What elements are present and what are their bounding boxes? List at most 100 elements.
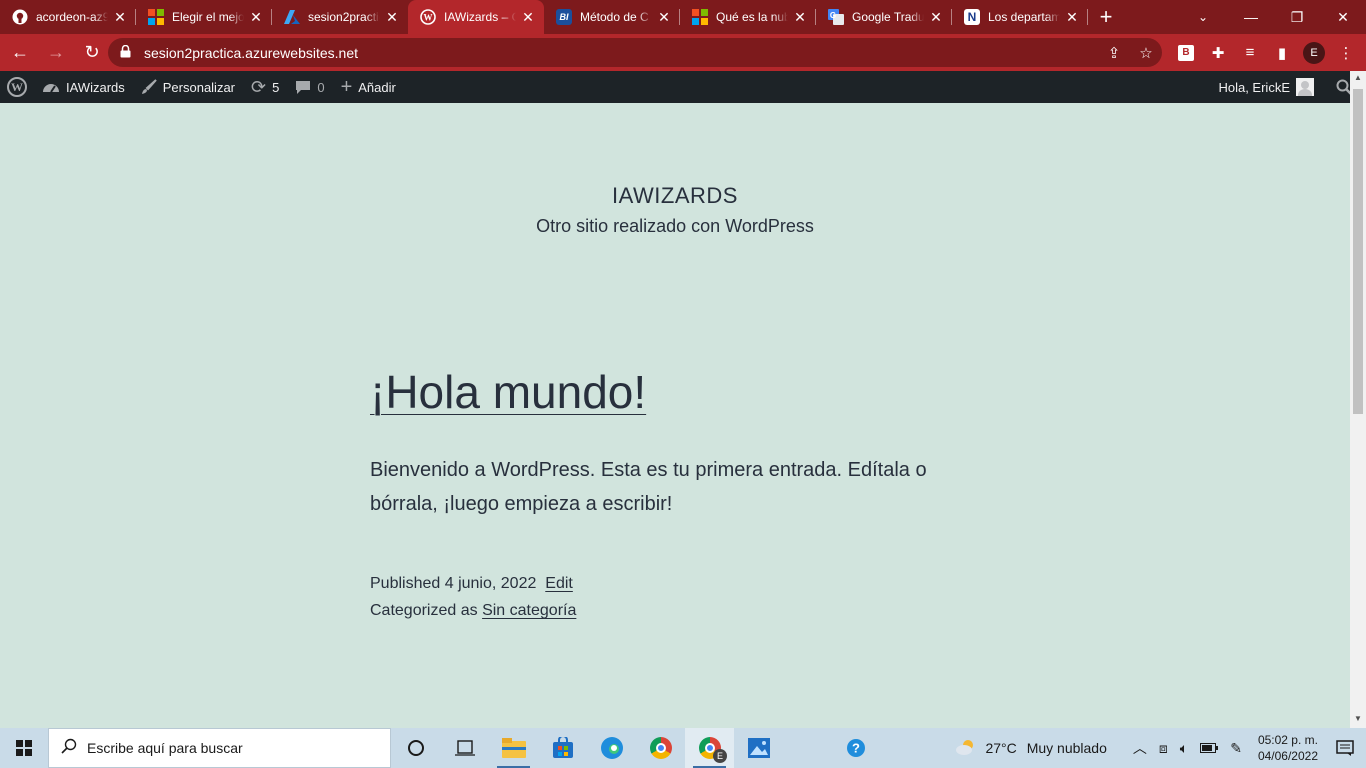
updates-menu[interactable]: ⟳ 5	[243, 71, 287, 103]
meet-now-icon[interactable]: ⧈	[1153, 740, 1174, 757]
restore-button[interactable]: ❐	[1274, 0, 1320, 34]
tab-title: Google Tradu	[852, 10, 924, 24]
post-title-link[interactable]: ¡Hola mundo!	[370, 365, 646, 419]
chrome-profile-icon[interactable]: E	[685, 728, 734, 768]
close-tab-icon[interactable]: ✕	[928, 9, 944, 25]
scrollbar-thumb[interactable]	[1353, 89, 1363, 414]
menu-kebab-icon[interactable]: ⋮	[1330, 37, 1362, 69]
tab-iawizards[interactable]: W IAWizards – C ✕	[408, 0, 544, 34]
pen-workspace-icon[interactable]: ✎	[1224, 740, 1248, 757]
comments-count: 0	[317, 79, 325, 95]
scroll-up-arrow-icon[interactable]: ▲	[1350, 73, 1366, 85]
tab-microsoft-2[interactable]: Qué es la nub ✕	[680, 0, 816, 34]
edge-icon[interactable]	[587, 728, 636, 768]
window-controls: — ❐ ✕	[1228, 0, 1366, 34]
greeting-label: Hola, ErickE	[1218, 79, 1290, 95]
avatar	[1296, 78, 1314, 96]
reload-button[interactable]: ↻	[76, 37, 108, 69]
tab-title: Qué es la nub	[716, 10, 788, 24]
microsoft-store-icon[interactable]	[538, 728, 587, 768]
wordpress-icon: W	[7, 77, 27, 97]
file-explorer-icon[interactable]	[489, 728, 538, 768]
profile-avatar[interactable]: E	[1298, 37, 1330, 69]
tab-n[interactable]: N Los departam ✕	[952, 0, 1088, 34]
lock-icon[interactable]	[120, 44, 134, 61]
clock-date: 04/06/2022	[1257, 749, 1318, 763]
tab-title: sesion2practic	[308, 10, 380, 24]
address-bar[interactable]: sesion2practica.azurewebsites.net ⇪ ☆	[108, 38, 1162, 67]
weather-widget[interactable]: 27°C Muy nublado	[949, 738, 1112, 759]
my-account-menu[interactable]: Hola, ErickE	[1210, 71, 1322, 103]
svg-text:W: W	[424, 13, 433, 23]
azure-icon	[284, 9, 300, 25]
customize-label: Personalizar	[162, 79, 236, 95]
edit-link[interactable]: Edit	[545, 575, 573, 592]
site-title[interactable]: IAWIZARDS	[0, 183, 1350, 209]
extension-b-icon[interactable]: B	[1170, 37, 1202, 69]
tab-title: Elegir el mejo	[172, 10, 244, 24]
microsoft-icon	[692, 9, 708, 25]
paintbrush-icon	[141, 79, 157, 95]
forward-button[interactable]: →	[40, 37, 72, 69]
close-tab-icon[interactable]: ✕	[792, 9, 808, 25]
help-icon[interactable]: ?	[831, 728, 880, 768]
tab-azure[interactable]: sesion2practic ✕	[272, 0, 408, 34]
tab-search-chevron-icon[interactable]: ⌄	[1180, 0, 1226, 34]
published-date: 4 junio, 2022	[444, 575, 537, 592]
page-scrollbar[interactable]: ▲ ▼	[1350, 71, 1366, 728]
battery-icon[interactable]	[1194, 743, 1224, 753]
tab-title: acordeon-az9	[36, 10, 108, 24]
new-content-menu[interactable]: + Añadir	[333, 71, 404, 103]
scroll-down-arrow-icon[interactable]: ▼	[1350, 714, 1366, 726]
system-tray: 27°C Muy nublado ︿ ⧈ 🔈︎ ✎ 05:02 p. m. 04…	[949, 728, 1366, 768]
close-tab-icon[interactable]: ✕	[656, 9, 672, 25]
task-view-icon[interactable]	[440, 728, 489, 768]
customize-menu[interactable]: Personalizar	[133, 71, 243, 103]
svg-text:?: ?	[852, 741, 860, 756]
new-tab-button[interactable]: +	[1088, 0, 1124, 34]
tab-google-translate[interactable]: G Google Tradu ✕	[816, 0, 952, 34]
toolbar-actions: B ✚ ≡ ▮ E ⋮	[1170, 34, 1362, 71]
close-tab-icon[interactable]: ✕	[248, 9, 264, 25]
cortana-icon[interactable]	[391, 728, 440, 768]
close-tab-icon[interactable]: ✕	[112, 9, 128, 25]
back-button[interactable]: ←	[4, 37, 36, 69]
chrome-icon[interactable]	[636, 728, 685, 768]
close-tab-icon[interactable]: ✕	[384, 9, 400, 25]
close-window-button[interactable]: ✕	[1320, 0, 1366, 34]
tab-github[interactable]: acordeon-az9 ✕	[0, 0, 136, 34]
extensions-puzzle-icon[interactable]: ✚	[1202, 37, 1234, 69]
n-icon: N	[964, 9, 980, 25]
search-placeholder: Escribe aquí para buscar	[87, 740, 243, 756]
show-hidden-icons-chevron-icon[interactable]: ︿	[1127, 738, 1153, 758]
clock[interactable]: 05:02 p. m. 04/06/2022	[1248, 732, 1328, 764]
side-panel-icon[interactable]: ▮	[1266, 37, 1298, 69]
taskbar-search-box[interactable]: Escribe aquí para buscar	[48, 728, 391, 768]
tab-bi[interactable]: BI Método de C ✕	[544, 0, 680, 34]
updates-icon: ⟳	[251, 76, 267, 97]
category-link[interactable]: Sin categoría	[482, 602, 576, 619]
wp-logo-menu[interactable]: W	[0, 71, 34, 103]
site-name-menu[interactable]: IAWizards	[34, 71, 133, 103]
tab-title: Método de C	[580, 10, 649, 24]
wp-admin-bar: W IAWizards Personalizar ⟳ 5 0 + Añadir …	[0, 71, 1366, 103]
notifications-icon[interactable]	[1328, 740, 1366, 756]
search-icon	[61, 738, 77, 759]
photos-icon[interactable]	[734, 728, 783, 768]
start-button[interactable]	[0, 728, 48, 768]
comments-menu[interactable]: 0	[287, 71, 332, 103]
tab-title: Los departam	[988, 10, 1060, 24]
clock-time: 05:02 p. m.	[1257, 733, 1318, 747]
close-tab-icon[interactable]: ✕	[520, 9, 536, 25]
published-label: Published	[370, 575, 441, 592]
close-tab-icon[interactable]: ✕	[1064, 9, 1080, 25]
comment-bubble-icon	[295, 80, 311, 95]
share-icon[interactable]: ⇪	[1098, 44, 1130, 62]
url-text[interactable]: sesion2practica.azurewebsites.net	[144, 45, 1098, 61]
minimize-button[interactable]: —	[1228, 0, 1274, 34]
bookmark-star-icon[interactable]: ☆	[1130, 44, 1162, 62]
volume-icon[interactable]: 🔈︎	[1174, 740, 1194, 757]
tab-microsoft-1[interactable]: Elegir el mejo ✕	[136, 0, 272, 34]
svg-text:G: G	[830, 11, 836, 20]
media-control-icon[interactable]: ≡	[1234, 37, 1266, 69]
